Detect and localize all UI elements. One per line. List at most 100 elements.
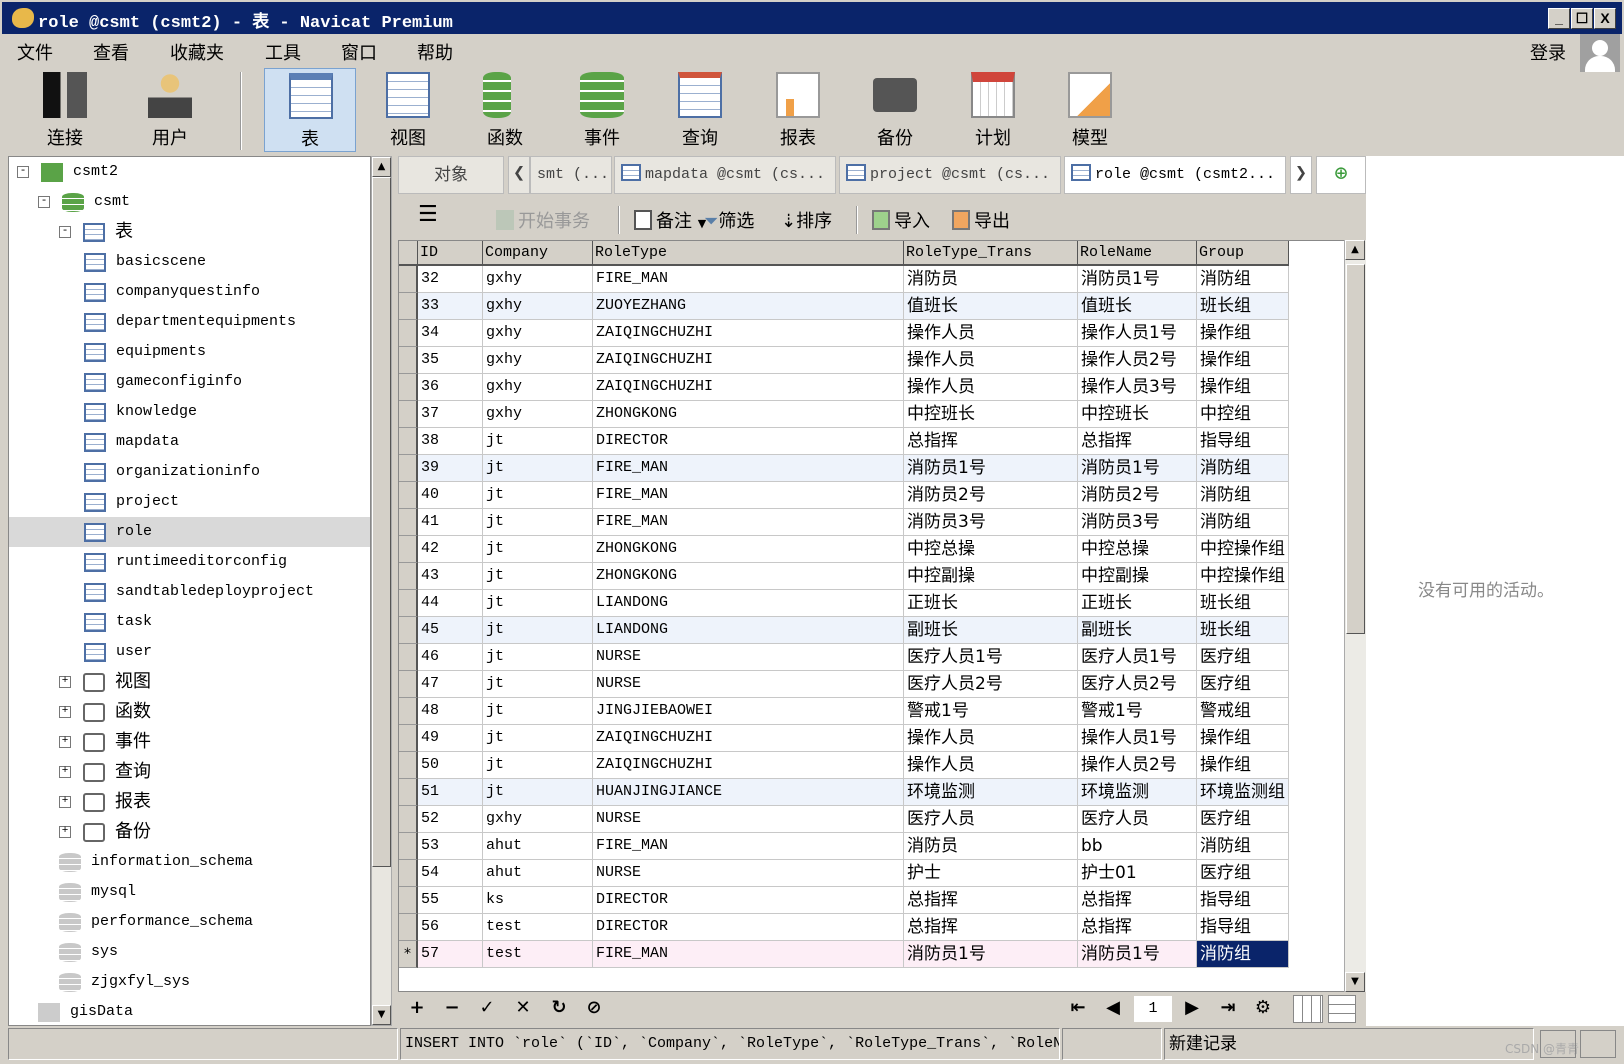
table-row[interactable]: 41 jt FIRE_MAN 消防员3号 消防员3号 消防组 xyxy=(399,509,1289,536)
stop-button[interactable]: ⊘ xyxy=(582,996,606,1020)
row-indicator[interactable] xyxy=(399,860,418,887)
cell-rolename[interactable]: 中控班长 xyxy=(1078,401,1197,428)
cell-id[interactable]: 44 xyxy=(418,590,483,617)
new-tab-icon[interactable]: ⊕ xyxy=(1316,156,1366,194)
cell-roletype[interactable]: HUANJINGJIANCE xyxy=(593,779,904,806)
cell-rolename[interactable]: 总指挥 xyxy=(1078,428,1197,455)
cell-id[interactable]: 39 xyxy=(418,455,483,482)
cell-roletype_trans[interactable]: 操作人员 xyxy=(904,347,1078,374)
tree-group[interactable]: + 函数 xyxy=(9,697,370,727)
cell-rolename[interactable]: 总指挥 xyxy=(1078,887,1197,914)
cell-group[interactable]: 中控操作组 xyxy=(1197,563,1289,590)
cell-roletype_trans[interactable]: 中控班长 xyxy=(904,401,1078,428)
cell-rolename[interactable]: 消防员1号 xyxy=(1078,941,1197,968)
cell-rolename[interactable]: 消防员2号 xyxy=(1078,482,1197,509)
cell-roletype[interactable]: ZHONGKONG xyxy=(593,563,904,590)
cell-group[interactable]: 指导组 xyxy=(1197,887,1289,914)
cell-roletype_trans[interactable]: 医疗人员 xyxy=(904,806,1078,833)
cell-roletype_trans[interactable]: 操作人员 xyxy=(904,752,1078,779)
tab-objects[interactable]: 对象 xyxy=(398,156,504,194)
cell-roletype[interactable]: DIRECTOR xyxy=(593,428,904,455)
cell-id[interactable]: 55 xyxy=(418,887,483,914)
cell-company[interactable]: jt xyxy=(483,590,593,617)
cell-id[interactable]: 53 xyxy=(418,833,483,860)
row-indicator[interactable] xyxy=(399,374,418,401)
memo-button[interactable]: 备注 ▼ xyxy=(634,207,706,233)
row-indicator[interactable] xyxy=(399,698,418,725)
toolbar-table-button[interactable]: 表 xyxy=(264,68,356,152)
table-row[interactable]: 53 ahut FIRE_MAN 消防员 bb 消防组 xyxy=(399,833,1289,860)
cell-roletype[interactable]: FIRE_MAN xyxy=(593,509,904,536)
menu-view[interactable]: 查看 xyxy=(93,39,129,65)
table-row[interactable]: 47 jt NURSE 医疗人员2号 医疗人员2号 医疗组 xyxy=(399,671,1289,698)
row-indicator[interactable] xyxy=(399,833,418,860)
cell-roletype_trans[interactable]: 护士 xyxy=(904,860,1078,887)
table-row[interactable]: 56 test DIRECTOR 总指挥 总指挥 指导组 xyxy=(399,914,1289,941)
cell-roletype_trans[interactable]: 操作人员 xyxy=(904,320,1078,347)
table-row[interactable]: * 57 test FIRE_MAN 消防员1号 消防员1号 消防组 xyxy=(399,941,1289,968)
grid-view-icon[interactable] xyxy=(1293,995,1323,1023)
cell-company[interactable]: ahut xyxy=(483,833,593,860)
prev-page-button[interactable]: ◀ xyxy=(1101,996,1125,1020)
toolbar-query-button[interactable]: 查询 xyxy=(654,68,746,152)
tree-group[interactable]: + 查询 xyxy=(9,757,370,787)
import-button[interactable]: 导入 xyxy=(872,207,930,233)
tree-table-project[interactable]: project xyxy=(9,487,370,517)
cell-group[interactable]: 消防组 xyxy=(1197,833,1289,860)
row-indicator[interactable] xyxy=(399,401,418,428)
row-indicator[interactable] xyxy=(399,725,418,752)
close-button[interactable]: X xyxy=(1594,8,1616,29)
table-row[interactable]: 40 jt FIRE_MAN 消防员2号 消防员2号 消防组 xyxy=(399,482,1289,509)
row-indicator[interactable] xyxy=(399,347,418,374)
cell-group[interactable]: 环境监测组 xyxy=(1197,779,1289,806)
cell-company[interactable]: jt xyxy=(483,428,593,455)
row-indicator[interactable] xyxy=(399,752,418,779)
row-indicator[interactable] xyxy=(399,536,418,563)
export-button[interactable]: 导出 xyxy=(952,207,1010,233)
cell-roletype_trans[interactable]: 操作人员 xyxy=(904,725,1078,752)
cell-company[interactable]: jt xyxy=(483,752,593,779)
cell-roletype_trans[interactable]: 总指挥 xyxy=(904,914,1078,941)
tree-database-zjgxfyl_sys[interactable]: zjgxfyl_sys xyxy=(9,967,370,997)
tree-table-role[interactable]: role xyxy=(9,517,370,547)
cell-company[interactable]: jt xyxy=(483,671,593,698)
collapse-icon[interactable]: - xyxy=(38,196,50,208)
cell-id[interactable]: 47 xyxy=(418,671,483,698)
grid-scroll-thumb[interactable] xyxy=(1346,264,1365,634)
row-indicator[interactable] xyxy=(399,914,418,941)
tree-table-departmentequipments[interactable]: departmentequipments xyxy=(9,307,370,337)
tree-table-organizationinfo[interactable]: organizationinfo xyxy=(9,457,370,487)
row-indicator[interactable] xyxy=(399,293,418,320)
tab-scroll-left-icon[interactable]: ❮ xyxy=(508,156,530,194)
tree-group[interactable]: + 备份 xyxy=(9,817,370,847)
tab-scroll-right-icon[interactable]: ❯ xyxy=(1290,156,1312,194)
cell-group[interactable]: 医疗组 xyxy=(1197,860,1289,887)
cell-group[interactable]: 班长组 xyxy=(1197,293,1289,320)
cell-roletype_trans[interactable]: 消防员1号 xyxy=(904,455,1078,482)
tree-database-information_schema[interactable]: information_schema xyxy=(9,847,370,877)
first-page-button[interactable]: ⇤ xyxy=(1066,996,1090,1020)
login-link[interactable]: 登录 xyxy=(1530,39,1566,65)
cell-group[interactable]: 医疗组 xyxy=(1197,806,1289,833)
cell-group[interactable]: 操作组 xyxy=(1197,752,1289,779)
table-row[interactable]: 55 ks DIRECTOR 总指挥 总指挥 指导组 xyxy=(399,887,1289,914)
cell-roletype_trans[interactable]: 消防员 xyxy=(904,833,1078,860)
tree-table-mapdata[interactable]: mapdata xyxy=(9,427,370,457)
cell-roletype[interactable]: DIRECTOR xyxy=(593,914,904,941)
cell-rolename[interactable]: 总指挥 xyxy=(1078,914,1197,941)
collapse-icon[interactable]: - xyxy=(17,166,29,178)
cell-id[interactable]: 54 xyxy=(418,860,483,887)
filter-button[interactable]: ⏷筛选 xyxy=(704,207,754,233)
apply-changes-button[interactable]: ✓ xyxy=(475,996,499,1020)
tree-group[interactable]: + 视图 xyxy=(9,667,370,697)
cell-company[interactable]: gxhy xyxy=(483,293,593,320)
cell-group[interactable]: 操作组 xyxy=(1197,374,1289,401)
row-indicator[interactable] xyxy=(399,455,418,482)
cell-id[interactable]: 34 xyxy=(418,320,483,347)
cell-group[interactable]: 消防组 xyxy=(1197,482,1289,509)
row-indicator[interactable] xyxy=(399,644,418,671)
toolbar-event-button[interactable]: 事件 xyxy=(556,68,648,152)
cell-group[interactable]: 消防组 xyxy=(1197,266,1289,293)
table-row[interactable]: 32 gxhy FIRE_MAN 消防员 消防员1号 消防组 xyxy=(399,266,1289,293)
toolbar-function-button[interactable]: 函数 xyxy=(459,68,551,152)
